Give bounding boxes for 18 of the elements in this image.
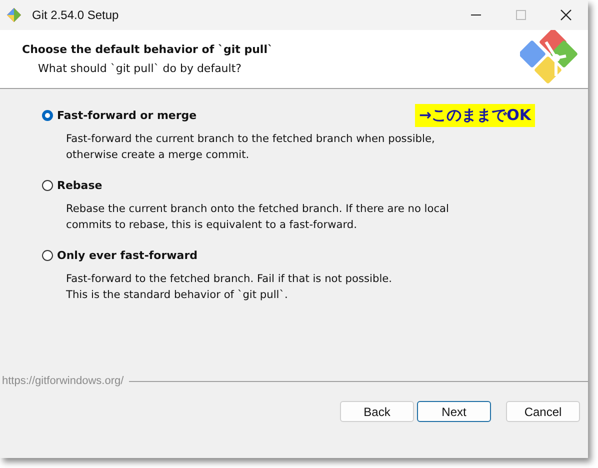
option-description: Fast-forward to the fetched branch. Fail if that is not possible. This is the standard behavior of `git pull`.	[66, 272, 394, 303]
radio-option[interactable]: Only ever fast-forward	[42, 249, 198, 262]
radio-button[interactable]	[42, 110, 53, 121]
wizard-button[interactable]: Cancel	[506, 401, 580, 422]
option-description: Fast-forward the current branch to the fetched branch when possible, otherwise create a merge commit.	[66, 132, 436, 163]
window-title: Git 2.54.0 Setup	[32, 8, 119, 22]
website-url: https://gitforwindows.org/	[1, 375, 124, 387]
close-icon[interactable]	[560, 9, 572, 21]
wizard-button[interactable]: Next	[417, 401, 491, 422]
page-subtitle: What should `git pull` do by default?	[37, 62, 242, 75]
radio-option[interactable]: Rebase	[42, 179, 102, 192]
radio-option[interactable]: Fast-forward or merge	[42, 109, 197, 122]
annotation-label: →このままでOK	[415, 104, 535, 127]
wizard-button[interactable]: Back	[340, 401, 414, 422]
option-description: Rebase the current branch onto the fetched branch. If there are no local commits to rebase, this is equivalent to a fast-forward.	[66, 202, 450, 233]
radio-button[interactable]	[42, 250, 53, 261]
page-title: Choose the default behavior of `git pull`	[22, 43, 273, 56]
radio-button[interactable]	[42, 180, 53, 191]
